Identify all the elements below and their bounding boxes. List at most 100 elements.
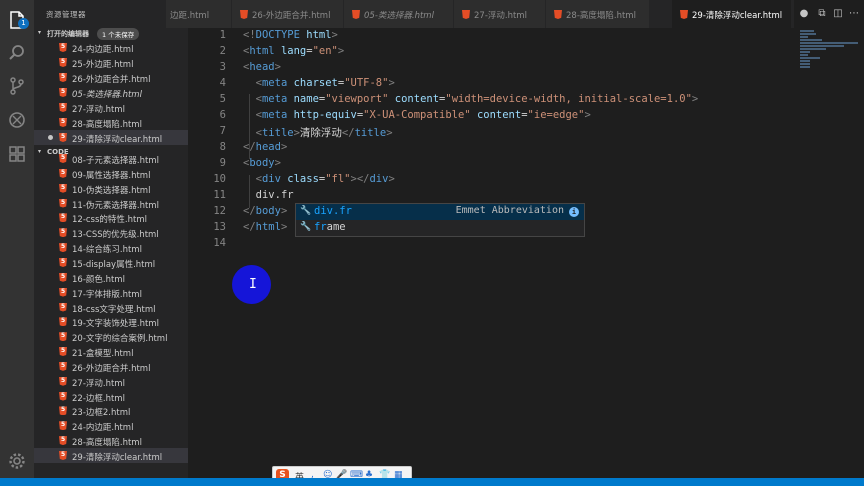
line-number: 14 — [213, 237, 226, 249]
html5-file-icon — [59, 73, 67, 82]
gear-icon[interactable] — [7, 451, 27, 471]
open-editor-item[interactable]: 05-类选择器.html — [34, 85, 188, 100]
code-file-item[interactable]: 16-颜色.html — [34, 270, 188, 285]
open-editor-item[interactable]: 28-高度塌陷.html — [34, 115, 188, 130]
line-number: 3 — [219, 61, 226, 73]
editor-tab[interactable]: 29-清除浮动clear.html — [672, 0, 792, 28]
file-name: 20-文字的综合案例.html — [72, 334, 168, 345]
code-file-item[interactable]: 15-display属性.html — [34, 255, 188, 270]
html5-file-icon — [59, 317, 67, 327]
editor-tab[interactable]: 28-高度塌陷.html — [546, 0, 650, 28]
html5-file-icon — [59, 133, 67, 142]
explorer-sidebar: 资源管理器 ▾ 打开的编辑器 1 个未保存 24-内边距.html 25-外边距.… — [34, 0, 188, 478]
code-file-item[interactable]: 20-文字的综合案例.html — [34, 329, 188, 344]
open-editor-item[interactable]: 26-外边距合并.html — [34, 70, 188, 85]
code-line-13: </html> — [243, 221, 288, 233]
split-editor-icon[interactable]: ◫ — [832, 8, 844, 20]
file-name: 12-css的特性.html — [72, 215, 147, 226]
more-actions-icon[interactable]: ⋯ — [848, 8, 860, 20]
chevron-down-icon: ▾ — [38, 29, 42, 36]
file-name: 29-清除浮动clear.html — [72, 453, 163, 463]
html5-file-icon — [59, 421, 67, 431]
code-file-item[interactable]: 18-css文字处理.html — [34, 300, 188, 315]
html5-file-icon — [59, 361, 67, 371]
file-name: 22-边框.html — [72, 393, 125, 404]
open-editor-item[interactable]: 24-内边距.html — [34, 40, 188, 55]
code-file-item[interactable]: 11-伪元素选择器.html — [34, 196, 188, 211]
code-line-6: <meta http-equiv="X-UA-Compatible" conte… — [255, 109, 591, 121]
text-cursor-icon: I — [249, 277, 257, 292]
line-number: 11 — [213, 189, 226, 201]
code-file-item[interactable]: 21-盒模型.html — [34, 344, 188, 359]
code-file-item[interactable]: 22-边框.html — [34, 389, 188, 404]
line-number: 12 — [213, 205, 226, 217]
code-file-item[interactable]: 14-综合练习.html — [34, 240, 188, 255]
code-file-item[interactable]: 08-子元素选择器.html — [34, 151, 188, 166]
mouse-cursor-highlight: I — [232, 265, 271, 304]
suggestion-item[interactable]: 🔧 div.fr Emmet Abbreviation i — [296, 204, 584, 220]
extensions-icon[interactable] — [7, 144, 27, 164]
open-editor-item[interactable]: 25-外边距.html — [34, 55, 188, 70]
file-name: 26-外边距合并.html — [72, 363, 151, 374]
file-name: 05-类选择器.html — [72, 90, 142, 100]
activity-bar: 1 — [0, 0, 34, 486]
file-name: 11-伪元素选择器.html — [72, 200, 159, 211]
editor-tab[interactable]: 27-浮动.html — [454, 0, 546, 28]
editor-tab[interactable]: 边距.html — [166, 0, 232, 28]
line-number: 1 — [219, 29, 226, 41]
code-file-item[interactable]: 19-文字装饰处理.html — [34, 314, 188, 329]
code-line-12: </body> — [243, 205, 288, 217]
code-file-item[interactable]: 23-边框2.html — [34, 403, 188, 418]
unsaved-dot-icon[interactable] — [48, 135, 53, 140]
code-line-1: <!DOCTYPE html> — [243, 29, 338, 41]
tab-bar: 边距.html 26-外边距合并.html 05-类选择器.html 27-浮动.ht… — [166, 0, 864, 28]
html5-file-icon — [59, 88, 67, 97]
source-control-icon[interactable] — [7, 76, 27, 96]
autocomplete-widget: 🔧 div.fr Emmet Abbreviation i 🔧 frame — [295, 203, 585, 237]
line-number: 13 — [213, 221, 226, 233]
open-changes-icon[interactable]: ⧉ — [816, 8, 828, 20]
suggestion-item[interactable]: 🔧 frame — [296, 220, 584, 236]
open-editor-item[interactable]: 29-清除浮动clear.html — [34, 130, 188, 145]
suggestion-detail: Emmet Abbreviation — [455, 205, 564, 216]
code-line-9: <body> — [243, 157, 281, 169]
code-file-item[interactable]: 17-字体排版.html — [34, 285, 188, 300]
open-editors-header[interactable]: ▾ 打开的编辑器 1 个未保存 — [34, 26, 188, 40]
html5-file-icon — [59, 436, 67, 446]
html5-file-icon — [59, 376, 67, 386]
code-line-10: <div class="fl"></div> — [255, 173, 395, 185]
code-file-item[interactable]: 09-属性选择器.html — [34, 166, 188, 181]
html5-file-icon — [59, 406, 67, 416]
code-file-item[interactable]: 24-内边距.html — [34, 418, 188, 433]
editor-tab[interactable]: 05-类选择器.html — [344, 0, 454, 28]
code-line-8: </head> — [243, 141, 288, 153]
info-icon[interactable]: i — [569, 207, 579, 217]
code-file-item[interactable]: 26-外边距合并.html — [34, 359, 188, 374]
code-line-3: <head> — [243, 61, 281, 73]
html5-file-icon — [59, 257, 67, 267]
debug-icon[interactable] — [7, 110, 27, 130]
editor-tab[interactable]: 26-外边距合并.html — [232, 0, 344, 28]
html5-file-icon — [59, 168, 67, 178]
code-file-item[interactable]: 28-高度塌陷.html — [34, 433, 188, 448]
line-number: 7 — [219, 125, 226, 137]
html5-file-icon — [240, 10, 248, 19]
code-file-item[interactable]: 10-伪类选择器.html — [34, 181, 188, 196]
code-file-item[interactable]: 27-浮动.html — [34, 374, 188, 389]
code-file-item[interactable]: 29-清除浮动clear.html — [34, 448, 188, 463]
suggestion-match: fr — [314, 221, 327, 233]
html5-file-icon — [59, 58, 67, 67]
minimap[interactable] — [798, 28, 864, 478]
html5-file-icon — [59, 391, 67, 401]
code-file-item[interactable]: 13-CSS的优先级.html — [34, 225, 188, 240]
code-line-7: <title>清除浮动</title> — [255, 127, 393, 139]
code-file-item[interactable]: 12-css的特性.html — [34, 210, 188, 225]
html5-file-icon — [59, 43, 67, 52]
file-name: 29-清除浮动clear.html — [72, 135, 163, 145]
search-icon[interactable] — [7, 43, 27, 63]
code-line-4: <meta charset="UTF-8"> — [255, 77, 395, 89]
code-editor[interactable]: 1 2 3 4 5 6 7 8 9 10 11 12 13 14 <!DOCTYPE html> <htm… — [188, 28, 798, 478]
open-editor-item[interactable]: 27-浮动.html — [34, 100, 188, 115]
editor-actions: ● ⧉ ◫ ⋯ — [794, 0, 864, 28]
file-name: 27-浮动.html — [72, 105, 125, 115]
